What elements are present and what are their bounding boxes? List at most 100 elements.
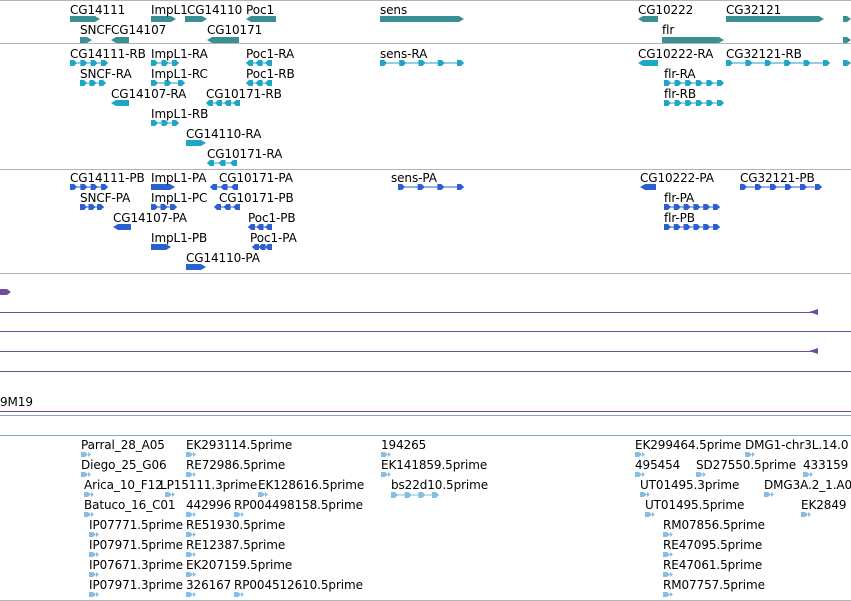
transcript-offscreen-glyph[interactable] bbox=[843, 60, 851, 66]
est-dmg3a-2-1-a0-glyph-tip[interactable] bbox=[771, 492, 774, 497]
est-arica-10-f12-label: Arica_10_F12 bbox=[84, 478, 163, 492]
est-re12387-5prime-glyph[interactable] bbox=[186, 552, 193, 557]
est-ek128616-5prime-glyph-tip[interactable] bbox=[265, 492, 268, 497]
est-194265-glyph[interactable] bbox=[381, 452, 388, 457]
est-rp004512610-5prime-glyph[interactable] bbox=[234, 592, 241, 597]
est-ip07671-3prime-glyph-tip[interactable] bbox=[96, 572, 99, 577]
est-ut01495-5prime-glyph[interactable] bbox=[645, 512, 652, 517]
est-ip07771-5prime-label: IP07771.5prime bbox=[89, 518, 183, 532]
est-dmg1-chr3l-14-0-glyph[interactable] bbox=[745, 452, 752, 457]
est-ek299464-5prime-glyph-tip[interactable] bbox=[642, 452, 645, 457]
est-ip07671-3prime-glyph[interactable] bbox=[89, 572, 96, 577]
est-re51930-5prime-glyph-tip[interactable] bbox=[193, 532, 196, 537]
alignment-line-3[interactable] bbox=[0, 351, 818, 352]
est-re47095-5prime-glyph[interactable] bbox=[663, 552, 670, 557]
transcript-impl1-ra-label: ImpL1-RA bbox=[151, 47, 208, 61]
est-442996-glyph[interactable] bbox=[186, 512, 193, 517]
est-rp004512610-5prime-glyph-tip[interactable] bbox=[241, 592, 244, 597]
transcript-impl1-rb-label: ImpL1-RB bbox=[151, 107, 209, 121]
est-re47095-5prime-glyph-tip[interactable] bbox=[670, 552, 673, 557]
est-dmg3a-2-1-a0-glyph[interactable] bbox=[764, 492, 771, 497]
est-ut01495-5prime-glyph-tip[interactable] bbox=[652, 512, 655, 517]
est-326167-glyph[interactable] bbox=[186, 592, 193, 597]
gene-cg32121-label: CG32121 bbox=[726, 3, 782, 17]
est-ip07971-3prime-glyph[interactable] bbox=[89, 592, 96, 597]
est-ek2849-glyph-tip[interactable] bbox=[808, 512, 811, 517]
gene-sens-label: sens bbox=[380, 3, 408, 17]
est-ip07971-5prime-glyph[interactable] bbox=[89, 552, 96, 557]
est-bs22d10-5prime-glyph[interactable] bbox=[391, 492, 439, 498]
est-parral-28-a05-glyph[interactable] bbox=[81, 452, 88, 457]
est-dmg1-chr3l-14-0-label: DMG1-chr3L.14.0 bbox=[745, 438, 849, 452]
est-rp004498158-5prime-glyph-tip[interactable] bbox=[241, 512, 244, 517]
gene-cg10171-label: CG10171 bbox=[207, 23, 263, 37]
track-divider-proteins-alignments bbox=[0, 273, 851, 274]
alignment-line-2[interactable] bbox=[0, 331, 851, 332]
est-rp004498158-5prime-glyph[interactable] bbox=[234, 512, 241, 517]
est-lp15111-3prime-glyph[interactable] bbox=[165, 492, 172, 497]
est-rm07757-5prime-glyph[interactable] bbox=[663, 592, 670, 597]
est-ek207159-5prime-glyph-tip[interactable] bbox=[193, 572, 196, 577]
est-433159-glyph-tip[interactable] bbox=[810, 472, 813, 477]
est-dmg1-chr3l-14-0-glyph-tip[interactable] bbox=[752, 452, 755, 457]
est-rm07856-5prime-glyph-tip[interactable] bbox=[670, 532, 673, 537]
est-rm07757-5prime-glyph-tip[interactable] bbox=[670, 592, 673, 597]
est-rm07856-5prime-glyph[interactable] bbox=[663, 532, 670, 537]
est-ip07771-5prime-glyph-tip[interactable] bbox=[96, 532, 99, 537]
est-re47061-5prime-glyph-tip[interactable] bbox=[670, 572, 673, 577]
est-ek141859-5prime-glyph-tip[interactable] bbox=[388, 472, 391, 477]
est-ut01495-5prime-label: UT01495.5prime bbox=[645, 498, 745, 512]
est-ek2849-glyph[interactable] bbox=[801, 512, 808, 517]
gene-cg14111-label: CG14111 bbox=[70, 3, 126, 17]
est-sd27550-5prime-glyph-tip[interactable] bbox=[703, 472, 706, 477]
est-ip07971-5prime-label: IP07971.5prime bbox=[89, 538, 183, 552]
alignment-line-1[interactable] bbox=[0, 312, 818, 313]
est-re51930-5prime-glyph[interactable] bbox=[186, 532, 193, 537]
protein-cg14111-pb-label: CG14111-PB bbox=[70, 171, 145, 185]
est-re12387-5prime-glyph-tip[interactable] bbox=[193, 552, 196, 557]
est-495454-glyph[interactable] bbox=[635, 472, 642, 477]
est-ip07971-5prime-glyph-tip[interactable] bbox=[96, 552, 99, 557]
protein-sens-pa-label: sens-PA bbox=[391, 171, 437, 185]
est-batuco-16-c01-label: Batuco_16_C01 bbox=[84, 498, 176, 512]
est-ip07771-5prime-glyph[interactable] bbox=[89, 532, 96, 537]
est-batuco-16-c01-glyph-tip[interactable] bbox=[91, 512, 94, 517]
est-ek299464-5prime-glyph[interactable] bbox=[635, 452, 642, 457]
est-433159-label: 433159 bbox=[803, 458, 849, 472]
alignment-end-marker-left[interactable] bbox=[0, 289, 11, 295]
est-lp15111-3prime-glyph-tip[interactable] bbox=[172, 492, 175, 497]
est-ut01495-3prime-glyph-tip[interactable] bbox=[647, 492, 650, 497]
est-ek141859-5prime-glyph[interactable] bbox=[381, 472, 388, 477]
est-433159-glyph[interactable] bbox=[803, 472, 810, 477]
gene-flr-label: flr bbox=[662, 23, 675, 37]
est-parral-28-a05-glyph-tip[interactable] bbox=[88, 452, 91, 457]
alignment-line-4[interactable] bbox=[0, 371, 851, 372]
est-arica-10-f12-glyph[interactable] bbox=[84, 492, 91, 497]
est-sd27550-5prime-glyph[interactable] bbox=[696, 472, 703, 477]
est-diego-25-g06-glyph[interactable] bbox=[81, 472, 88, 477]
est-194265-glyph-tip[interactable] bbox=[388, 452, 391, 457]
est-326167-glyph-tip[interactable] bbox=[193, 592, 196, 597]
est-diego-25-g06-glyph-tip[interactable] bbox=[88, 472, 91, 477]
transcript-cg14111-rb-label: CG14111-RB bbox=[70, 47, 146, 61]
gene-offscreen-glyph-1[interactable] bbox=[843, 16, 851, 22]
est-ut01495-3prime-label: UT01495.3prime bbox=[640, 478, 740, 492]
est-re72986-5prime-glyph[interactable] bbox=[186, 472, 193, 477]
est-442996-glyph-tip[interactable] bbox=[193, 512, 196, 517]
alignment-line-5[interactable] bbox=[0, 411, 851, 412]
est-re47061-5prime-glyph[interactable] bbox=[663, 572, 670, 577]
est-re72986-5prime-label: RE72986.5prime bbox=[186, 458, 286, 472]
est-ek293114-5prime-glyph[interactable] bbox=[186, 452, 193, 457]
est-495454-glyph-tip[interactable] bbox=[642, 472, 645, 477]
est-re72986-5prime-glyph-tip[interactable] bbox=[193, 472, 196, 477]
est-ut01495-3prime-glyph[interactable] bbox=[640, 492, 647, 497]
est-ek128616-5prime-glyph[interactable] bbox=[258, 492, 265, 497]
est-ek207159-5prime-glyph[interactable] bbox=[186, 572, 193, 577]
est-ek293114-5prime-glyph-tip[interactable] bbox=[193, 452, 196, 457]
gene-cg10222-label: CG10222 bbox=[638, 3, 694, 17]
est-batuco-16-c01-glyph[interactable] bbox=[84, 512, 91, 517]
est-ip07971-3prime-label: IP07971.3prime bbox=[89, 578, 183, 592]
est-ip07971-3prime-glyph-tip[interactable] bbox=[96, 592, 99, 597]
est-arica-10-f12-glyph-tip[interactable] bbox=[91, 492, 94, 497]
transcript-impl1-rc-label: ImpL1-RC bbox=[151, 67, 208, 81]
